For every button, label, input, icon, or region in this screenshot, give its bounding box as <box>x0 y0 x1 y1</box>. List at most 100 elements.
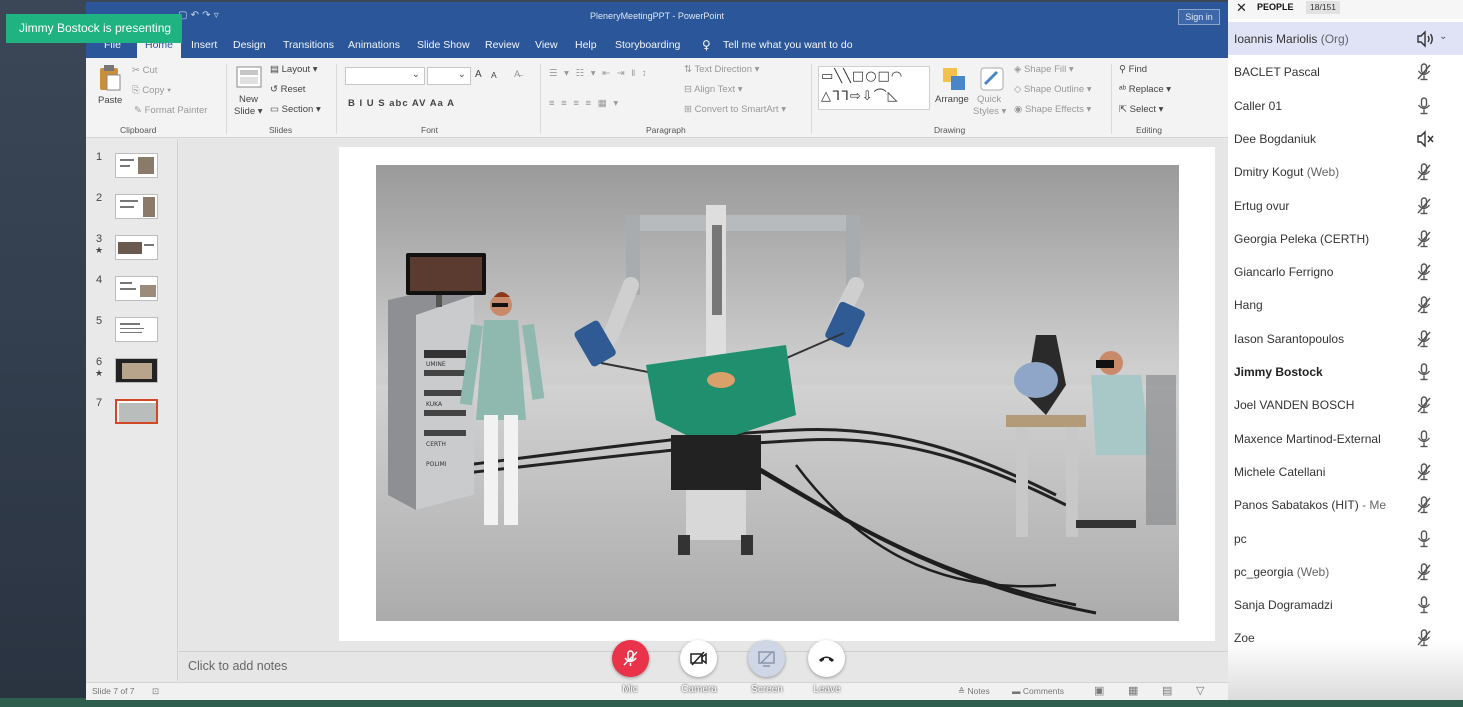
chevron-down-icon[interactable]: ⌄ <box>1439 31 1447 42</box>
notes-toggle[interactable]: ≙ Notes <box>958 686 990 697</box>
shape-outline-button[interactable]: ◇ Shape Outline ▾ <box>1014 84 1092 95</box>
tell-me-search[interactable]: Tell me what you want to do <box>723 39 853 51</box>
slide-thumbnail-4[interactable] <box>115 276 158 301</box>
slide-thumbnail-3[interactable] <box>115 235 158 260</box>
grow-font-button[interactable]: A <box>475 69 482 80</box>
current-slide[interactable]: UMINE KUKA CERTH POLIMI <box>339 147 1215 641</box>
leave-button[interactable] <box>808 640 845 677</box>
tab-review[interactable]: Review <box>485 39 519 51</box>
camera-button[interactable] <box>680 640 717 677</box>
font-name-input[interactable]: ⌄ <box>345 67 425 85</box>
comments-toggle[interactable]: ▬ Comments <box>1012 686 1064 696</box>
tab-transitions[interactable]: Transitions <box>283 39 334 51</box>
slide-thumbnail-2[interactable] <box>115 194 158 219</box>
participant-row[interactable]: Ioannis Mariolis (Org) ⌄ <box>1228 22 1463 55</box>
section-button[interactable]: ▭ Section ▾ <box>270 104 321 115</box>
replace-button[interactable]: ᵃᵇ Replace ▾ <box>1119 84 1171 95</box>
arrange-icon[interactable] <box>941 66 967 92</box>
participant-name: Panos Sabatakos (HIT) - Me <box>1234 498 1386 512</box>
participant-row[interactable]: Dmitry Kogut (Web) <box>1228 155 1463 188</box>
participant-row[interactable]: Iason Sarantopoulos <box>1228 322 1463 355</box>
format-painter-button[interactable]: ✎ Format Painter <box>134 105 207 116</box>
alignment-icons[interactable]: ≡ ≡ ≡ ≡ ▦ ▾ <box>549 98 620 109</box>
clear-formatting-icon[interactable]: A̶ <box>514 69 520 80</box>
slide-thumbnail-6[interactable] <box>115 358 158 383</box>
notes-placeholder[interactable]: Click to add notes <box>188 659 287 673</box>
cabinet-label-umine: UMINE <box>426 361 446 368</box>
font-size-input[interactable]: ⌄ <box>427 67 471 85</box>
participant-row[interactable]: BACLET Pascal <box>1228 55 1463 88</box>
slide-thumbnail-1[interactable] <box>115 153 158 178</box>
reading-view-icon[interactable]: ▤ <box>1162 684 1172 697</box>
shape-fill-button[interactable]: ◈ Shape Fill ▾ <box>1014 64 1074 75</box>
participant-row[interactable]: pc_georgia (Web) <box>1228 555 1463 588</box>
bullets-list-icon[interactable]: ☰ ▾ ☷ ▾ ⇤ ⇥ ‖ ↕ <box>549 68 649 79</box>
quick-styles-icon[interactable] <box>979 66 1005 92</box>
participant-name-text: Iason Sarantopoulos <box>1234 331 1345 346</box>
participant-row[interactable]: Jimmy Bostock <box>1228 355 1463 388</box>
tab-help[interactable]: Help <box>575 39 597 51</box>
convert-smartart-button[interactable]: ⊞ Convert to SmartArt ▾ <box>684 104 786 115</box>
spellcheck-icon[interactable]: ⊡ <box>152 686 159 697</box>
participant-row[interactable]: Caller 01 <box>1228 89 1463 122</box>
new-slide-icon[interactable] <box>236 66 262 90</box>
participant-row[interactable]: Sanja Dogramadzi <box>1228 588 1463 621</box>
cut-button[interactable]: ✂ Cut <box>132 65 157 76</box>
slideshow-view-icon[interactable]: ▽ <box>1196 684 1204 697</box>
window-title: PleneryMeetingPPT - PowerPoint <box>590 11 724 21</box>
tab-view[interactable]: View <box>535 39 558 51</box>
screen-share-button[interactable] <box>748 640 785 677</box>
speaker-muted-icon <box>1416 130 1436 148</box>
participant-row[interactable]: Joel VANDEN BOSCH <box>1228 388 1463 421</box>
shrink-font-button[interactable]: A <box>491 70 497 80</box>
screen-label: Screen <box>751 684 783 695</box>
people-header: ✕ PEOPLE 18/151 <box>1228 0 1463 19</box>
close-icon[interactable]: ✕ <box>1236 1 1247 16</box>
sign-in-button[interactable]: Sign in <box>1178 9 1220 25</box>
tab-design[interactable]: Design <box>233 39 266 51</box>
participant-row[interactable]: pc <box>1228 522 1463 555</box>
participant-name: Joel VANDEN BOSCH <box>1234 398 1354 412</box>
quick-styles-button[interactable]: Styles ▾ <box>973 106 1006 117</box>
tab-slide-show[interactable]: Slide Show <box>417 39 470 51</box>
shape-effects-button[interactable]: ◉ Shape Effects ▾ <box>1014 104 1091 115</box>
participant-row[interactable]: Michele Catellani <box>1228 455 1463 488</box>
participant-row[interactable]: Ertug ovur <box>1228 189 1463 222</box>
text-direction-button[interactable]: ⇅ Text Direction ▾ <box>684 64 759 75</box>
shapes-gallery[interactable]: ▭╲╲□○□◠ △ᒣᒣ⇨⇩⌒◺ <box>818 66 930 110</box>
star-icon: ★ <box>95 246 104 256</box>
slide-number: 4 <box>96 274 103 286</box>
quick-styles-label[interactable]: Quick <box>977 94 1001 105</box>
select-button[interactable]: ⇱ Select ▾ <box>1119 104 1163 115</box>
slide-thumbnail-7[interactable] <box>115 399 158 424</box>
participant-row[interactable]: Dee Bogdaniuk <box>1228 122 1463 155</box>
paste-button[interactable]: Paste <box>98 95 122 106</box>
surgical-robot-render-image: UMINE KUKA CERTH POLIMI <box>376 165 1179 621</box>
participant-row[interactable]: Maxence Martinod-External <box>1228 422 1463 455</box>
participant-row[interactable]: Hang <box>1228 288 1463 321</box>
align-text-button[interactable]: ⊟ Align Text ▾ <box>684 84 743 95</box>
copy-button[interactable]: ⎘ Copy ▾ <box>132 85 171 96</box>
font-format-row[interactable]: B I U S abc AV Aa A <box>348 98 455 109</box>
slide-thumbnail-5[interactable] <box>115 317 158 342</box>
paste-icon[interactable] <box>98 64 122 92</box>
layout-button[interactable]: ▤ Layout ▾ <box>270 64 318 75</box>
mic-button[interactable] <box>612 640 649 677</box>
new-slide-button[interactable]: Slide ▾ <box>234 106 263 117</box>
participant-row[interactable]: Georgia Peleka (CERTH) <box>1228 222 1463 255</box>
tab-animations[interactable]: Animations <box>348 39 400 51</box>
cabinet-label-polimi: POLIMI <box>426 461 447 468</box>
find-button[interactable]: ⚲ Find <box>1119 64 1147 75</box>
slide-number: 5 <box>96 315 103 327</box>
lightbulb-icon[interactable]: ♀ <box>702 38 711 52</box>
participant-row[interactable]: Panos Sabatakos (HIT) - Me <box>1228 488 1463 521</box>
tab-storyboarding[interactable]: Storyboarding <box>615 39 680 51</box>
slide-sorter-icon[interactable]: ▦ <box>1128 684 1138 697</box>
normal-view-icon[interactable]: ▣ <box>1094 684 1104 697</box>
leave-label: Leave <box>813 684 841 695</box>
arrange-button[interactable]: Arrange <box>935 94 969 105</box>
reset-button[interactable]: ↺ Reset <box>270 84 305 95</box>
tab-insert[interactable]: Insert <box>191 39 217 51</box>
new-slide-label[interactable]: New <box>239 94 258 105</box>
participant-row[interactable]: Giancarlo Ferrigno <box>1228 255 1463 288</box>
